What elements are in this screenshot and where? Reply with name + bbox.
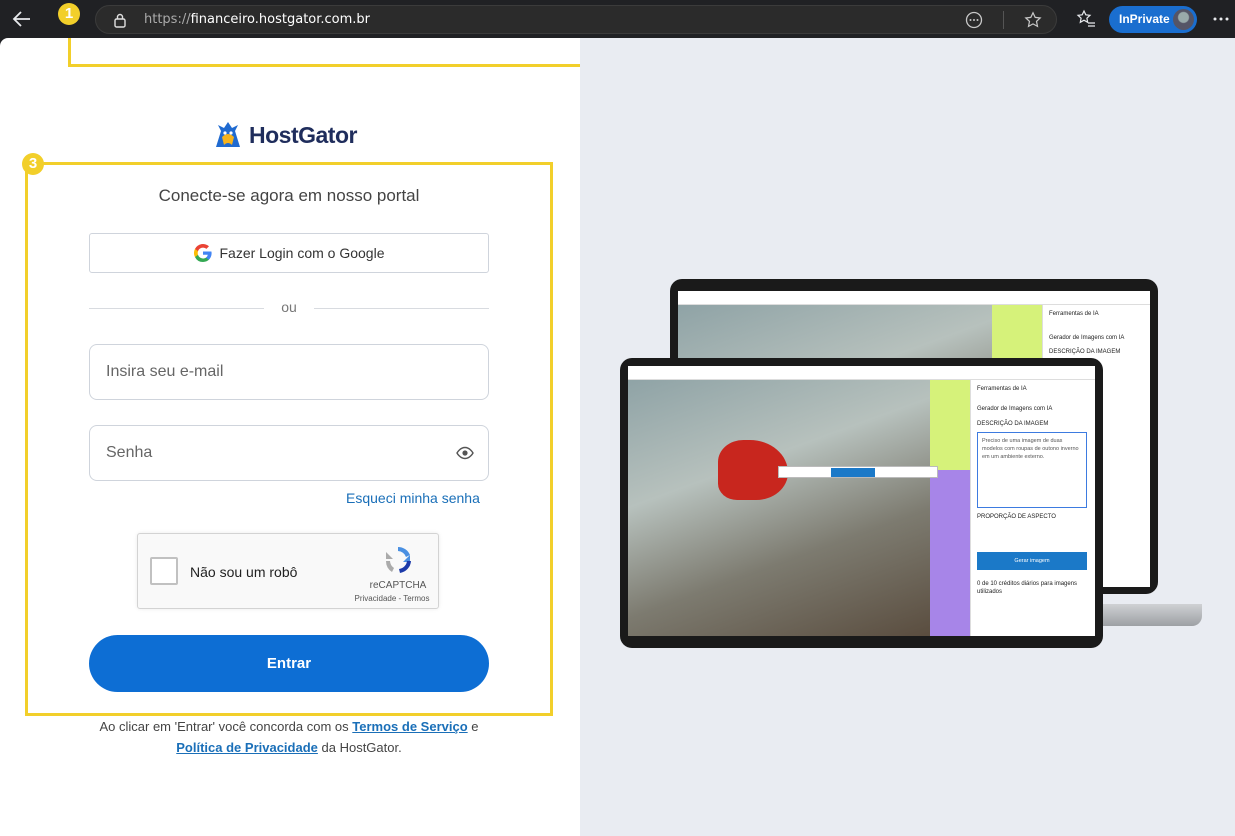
editor-green-block (992, 305, 1042, 365)
panel-title: Ferramentas de IA (1049, 311, 1099, 317)
terms-text-before: Ao clicar em 'Entrar' você concorda com … (99, 719, 353, 734)
back-arrow-icon[interactable] (10, 7, 34, 31)
recaptcha-widget: Não sou um robô reCAPTCHA Privacidade - … (137, 533, 439, 609)
annotation-box-url (68, 38, 594, 67)
submit-login-button[interactable]: Entrar (89, 635, 489, 692)
ai-toolbar-button (831, 468, 875, 477)
address-bar-actions (965, 11, 1042, 29)
google-login-label: Fazer Login com o Google (219, 245, 385, 261)
divider-text: ou (281, 299, 297, 315)
password-input[interactable] (90, 426, 430, 480)
editor-purple-block (930, 470, 970, 636)
recaptcha-links[interactable]: Privacidade - Termos (346, 594, 438, 603)
url-scheme: https:// (144, 12, 191, 27)
address-bar[interactable]: https://financeiro.hostgator.com.br (95, 5, 1057, 34)
recaptcha-brand: reCAPTCHA (369, 580, 427, 591)
more-tools-icon[interactable] (965, 11, 983, 29)
url-domain: financeiro.hostgator.com.br (190, 12, 371, 27)
avatar (1173, 9, 1194, 30)
hostgator-logo: HostGator (212, 119, 357, 151)
desc-label: DESCRIÇÃO DA IMAGEM (977, 421, 1049, 427)
favorite-star-icon[interactable] (1024, 11, 1042, 29)
credits-text: 0 de 10 créditos diários para imagens ut… (977, 581, 1078, 595)
terms-notice: Ao clicar em 'Entrar' você concorda com … (80, 716, 498, 758)
privacy-policy-link[interactable]: Política de Privacidade (176, 740, 318, 755)
email-field[interactable] (89, 344, 489, 400)
annotation-badge-3: 3 (22, 153, 44, 175)
terms-text-after: da HostGator. (317, 740, 402, 755)
panel-subtitle: Gerador de Imagens com IA (1049, 335, 1125, 341)
lock-icon[interactable] (113, 12, 127, 28)
login-page: HostGator 3 Conecte-se agora em nosso po… (0, 38, 1235, 836)
editor-toolbar (628, 366, 1095, 380)
google-login-button[interactable]: Fazer Login com o Google (89, 233, 489, 273)
ai-side-panel-front: Ferramentas de IA Gerador de Imagens com… (970, 380, 1095, 636)
editor-toolbar (678, 291, 1150, 305)
recaptcha-logo-icon (385, 547, 411, 573)
google-icon (193, 244, 212, 262)
show-password-eye-icon[interactable] (456, 445, 474, 461)
laptop-illustration-front: Ferramentas de IA Gerador de Imagens com… (620, 358, 1103, 648)
divider-line-right (314, 308, 489, 309)
laptop-base (1090, 604, 1202, 626)
editor-green-block (930, 380, 970, 470)
or-divider: ou (89, 299, 489, 319)
aspect-label: PROPORÇÃO DE ASPECTO (977, 514, 1056, 520)
panel-subtitle: Gerador de Imagens com IA (977, 406, 1053, 412)
divider (1003, 11, 1004, 29)
laptop-screen-front: Ferramentas de IA Gerador de Imagens com… (628, 366, 1095, 636)
password-field[interactable] (89, 425, 489, 481)
forgot-password-link[interactable]: Esqueci minha senha (346, 490, 480, 506)
panel-title: Ferramentas de IA (977, 386, 1027, 392)
favorites-list-icon[interactable] (1076, 9, 1096, 29)
recaptcha-label: Não sou um robô (190, 564, 298, 580)
generate-image-button: Gerar imagem (977, 552, 1087, 570)
floating-block-toolbar (778, 466, 938, 478)
url-text[interactable]: https://financeiro.hostgator.com.br (144, 12, 370, 27)
login-title: Conecte-se agora em nosso portal (158, 186, 420, 205)
terms-text-mid: e (467, 719, 479, 734)
browser-toolbar: https://financeiro.hostgator.com.br InPr… (0, 0, 1235, 38)
more-menu-icon[interactable] (1212, 10, 1230, 28)
description-textarea: Preciso de uma imagem de duas modelos co… (977, 432, 1087, 508)
terms-of-service-link[interactable]: Termos de Serviço (352, 719, 467, 734)
inprivate-badge[interactable]: InPrivate (1109, 6, 1197, 33)
recaptcha-checkbox[interactable] (150, 557, 178, 585)
gator-logo-icon (216, 122, 240, 147)
editor-photo (628, 380, 930, 636)
desc-label: DESCRIÇÃO DA IMAGEM (1049, 349, 1121, 355)
inprivate-label: InPrivate (1119, 12, 1170, 26)
brand-name: HostGator (249, 121, 357, 148)
email-input[interactable] (90, 345, 430, 399)
annotation-badge-1: 1 (58, 3, 80, 25)
